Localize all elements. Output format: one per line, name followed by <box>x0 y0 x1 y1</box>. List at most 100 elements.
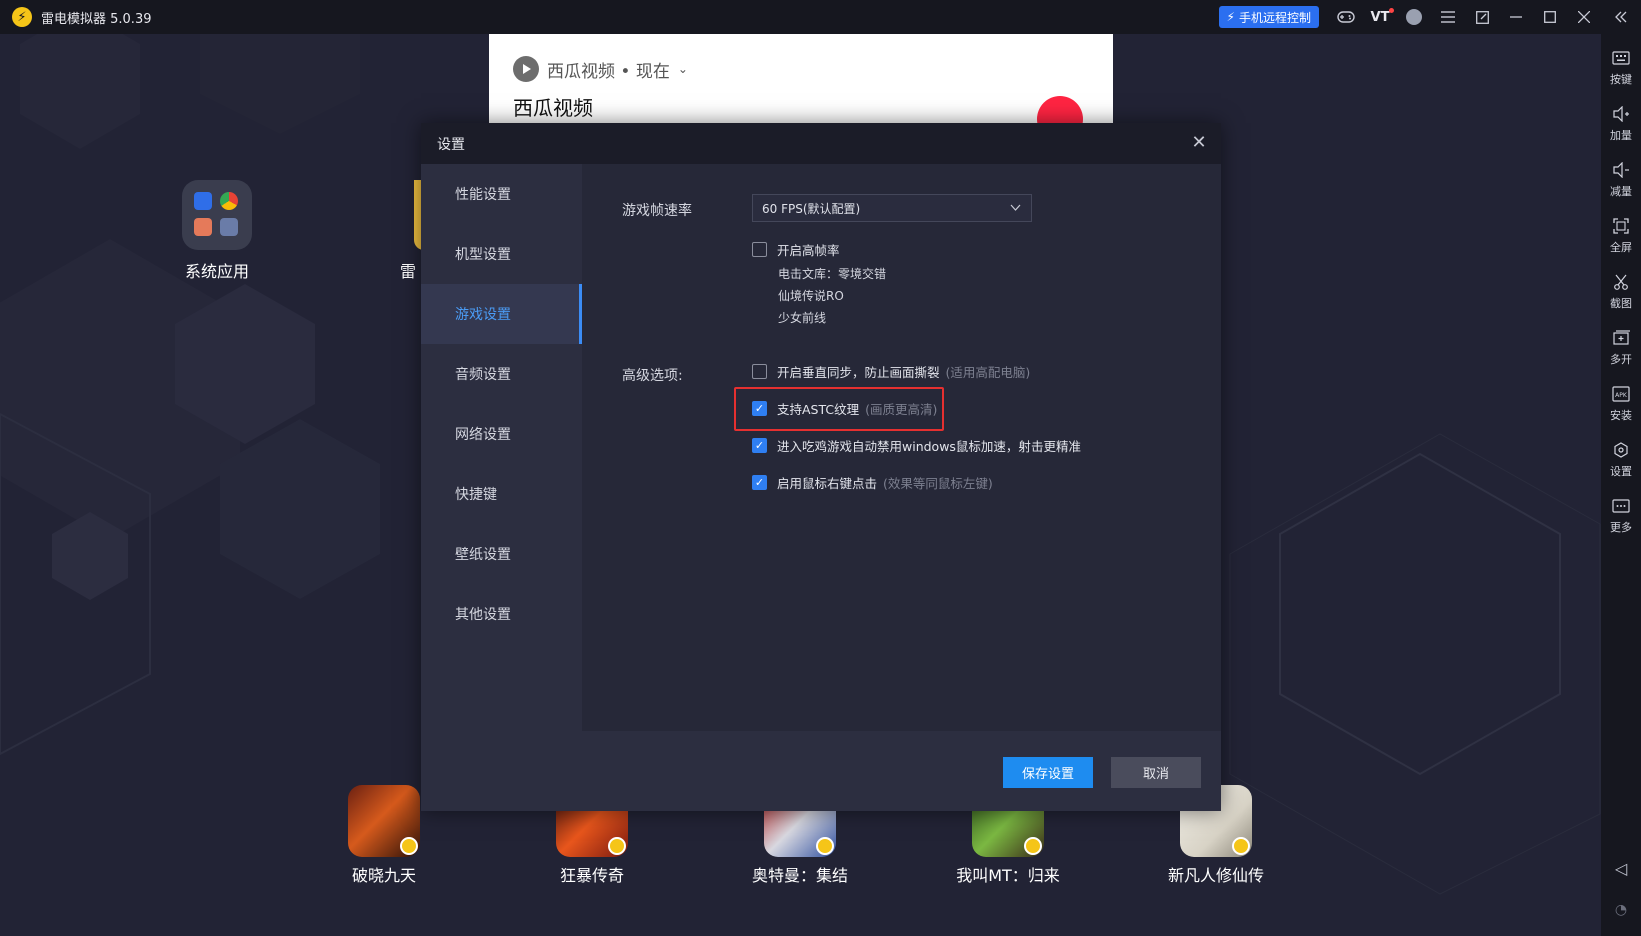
lightning-icon: ⚡ <box>1226 10 1235 24</box>
high-fps-checkbox[interactable] <box>752 242 767 257</box>
nav-item-audio[interactable]: 音频设置 <box>421 344 582 404</box>
chevron-down-icon <box>1010 200 1021 214</box>
title-bar: ⚡ 雷电模拟器 5.0.39 ⚡ 手机远程控制 VT <box>0 0 1641 34</box>
chevron-down-icon: ⌄ <box>677 62 688 76</box>
nav-item-network[interactable]: 网络设置 <box>421 404 582 464</box>
sidebar-item-install[interactable]: APK 安装 <box>1601 376 1641 432</box>
vsync-hint: (适用高配电脑) <box>945 365 1031 380</box>
maximize-icon[interactable] <box>1533 0 1567 34</box>
nav-item-shortcuts[interactable]: 快捷键 <box>421 464 582 524</box>
right-toolbar: 按键 加量 减量 全屏 截图 多开 APK 安装 设置 更多 ◁ ◔ <box>1601 34 1641 936</box>
app-logo-icon: ⚡ <box>12 7 32 27</box>
fps-value: 60 FPS(默认配置) <box>762 201 861 216</box>
contacts-mini-icon <box>220 218 238 236</box>
nav-label: 快捷键 <box>455 487 497 503</box>
sidebar-item-label: 安装 <box>1610 409 1632 422</box>
float-window-icon[interactable] <box>1465 0 1499 34</box>
scissors-icon <box>1611 273 1631 291</box>
fullscreen-icon <box>1611 217 1631 235</box>
sidebar-item-label: 多开 <box>1610 353 1632 366</box>
dialog-header: 设置 ✕ <box>421 123 1221 164</box>
keyboard-icon <box>1611 49 1631 67</box>
advanced-label: 高级选项: <box>622 368 683 384</box>
chrome-mini-icon <box>220 192 238 210</box>
close-window-icon[interactable] <box>1567 0 1601 34</box>
multi-instance-icon <box>1611 329 1631 347</box>
gamepad-icon[interactable] <box>1329 0 1363 34</box>
right-click-option[interactable]: ✓ 启用鼠标右键点击 (效果等同鼠标左键) <box>752 473 993 492</box>
nav-label: 游戏设置 <box>455 307 511 323</box>
collapse-sidebar-icon[interactable] <box>1601 0 1641 34</box>
sidebar-item-label: 设置 <box>1610 465 1632 478</box>
fps-select[interactable]: 60 FPS(默认配置) <box>752 194 1032 222</box>
right-click-hint: (效果等同鼠标左键) <box>883 476 993 491</box>
svg-text:APK: APK <box>1615 392 1628 399</box>
vt-indicator[interactable]: VT <box>1363 0 1397 34</box>
nav-item-performance[interactable]: 性能设置 <box>421 164 582 224</box>
nav-item-other[interactable]: 其他设置 <box>421 584 582 644</box>
signal-icon: ◔ <box>1614 902 1628 918</box>
sidebar-item-label: 更多 <box>1610 521 1632 534</box>
system-apps-folder[interactable] <box>182 180 252 250</box>
account-icon[interactable] <box>1397 0 1431 34</box>
more-icon <box>1611 497 1631 515</box>
game-label-ultraman: 奥特曼：集结 <box>751 866 848 885</box>
fps-label: 游戏帧速率 <box>622 203 692 219</box>
vsync-option[interactable]: 开启垂直同步，防止画面撕裂 (适用高配电脑) <box>752 362 1030 381</box>
nav-item-model[interactable]: 机型设置 <box>421 224 582 284</box>
volume-up-icon <box>1611 105 1631 123</box>
game-icon-poxiao[interactable] <box>348 785 420 857</box>
save-button[interactable]: 保存设置 <box>1003 757 1093 788</box>
sidebar-item-fullscreen[interactable]: 全屏 <box>1601 208 1641 264</box>
minimize-icon[interactable] <box>1499 0 1533 34</box>
high-fps-game: 少女前线 <box>778 311 827 325</box>
notification-title: 西瓜视频 <box>513 96 593 120</box>
sidebar-item-more[interactable]: 更多 <box>1601 488 1641 544</box>
sidebar-item-label: 加量 <box>1610 129 1632 142</box>
sidebar-item-multi[interactable]: 多开 <box>1601 320 1641 376</box>
mouse-accel-checkbox[interactable]: ✓ <box>752 438 767 453</box>
sidebar-item-label: 全屏 <box>1610 241 1632 254</box>
nav-label: 性能设置 <box>455 187 511 203</box>
back-icon[interactable]: ◁ <box>1615 859 1627 878</box>
sidebar-item-label: 按键 <box>1610 73 1632 86</box>
partial-app-label: 雷 <box>399 262 416 281</box>
nav-label: 壁纸设置 <box>455 547 511 563</box>
nav-label: 其他设置 <box>455 607 511 623</box>
game-label-mt: 我叫MT：归来 <box>956 866 1060 885</box>
apk-icon: APK <box>1611 385 1631 403</box>
cancel-button[interactable]: 取消 <box>1111 757 1201 788</box>
nav-label: 机型设置 <box>455 247 511 263</box>
close-icon[interactable]: ✕ <box>1189 133 1209 153</box>
settings-content: 游戏帧速率 60 FPS(默认配置) 开启高帧率 电击文库：零境交错 仙境传说R… <box>582 164 1221 731</box>
sidebar-item-volume-up[interactable]: 加量 <box>1601 96 1641 152</box>
game-label-xiuxian: 新凡人修仙传 <box>1167 866 1264 885</box>
dialog-title: 设置 <box>437 136 465 153</box>
mouse-accel-option[interactable]: ✓ 进入吃鸡游戏自动禁用windows鼠标加速，射击更精准 <box>752 436 1081 455</box>
notification-card[interactable]: 西瓜视频 • 现在 ⌄ 西瓜视频 <box>489 34 1113 142</box>
sidebar-item-keys[interactable]: 按键 <box>1601 40 1641 96</box>
sidebar-item-settings[interactable]: 设置 <box>1601 432 1641 488</box>
remote-control-button[interactable]: ⚡ 手机远程控制 <box>1218 6 1319 28</box>
gear-icon <box>1611 441 1631 459</box>
right-click-checkbox[interactable]: ✓ <box>752 475 767 490</box>
astc-highlight-box <box>734 387 944 431</box>
high-fps-label: 开启高帧率 <box>777 243 840 258</box>
settings-dialog: 设置 ✕ 性能设置 机型设置 游戏设置 音频设置 网络设置 快捷键 壁纸设置 其… <box>421 123 1221 811</box>
high-fps-game: 电击文库：零境交错 <box>778 267 887 281</box>
high-fps-option[interactable]: 开启高帧率 <box>752 240 840 259</box>
sidebar-item-screenshot[interactable]: 截图 <box>1601 264 1641 320</box>
nav-item-wallpaper[interactable]: 壁纸设置 <box>421 524 582 584</box>
vsync-label: 开启垂直同步，防止画面撕裂 <box>777 365 940 380</box>
menu-icon[interactable] <box>1431 0 1465 34</box>
nav-item-game[interactable]: 游戏设置 <box>421 284 582 344</box>
notification-source: 西瓜视频 • 现在 <box>547 61 670 82</box>
sidebar-item-label: 减量 <box>1610 185 1632 198</box>
settings-nav: 性能设置 机型设置 游戏设置 音频设置 网络设置 快捷键 壁纸设置 其他设置 <box>421 164 582 731</box>
vsync-checkbox[interactable] <box>752 364 767 379</box>
sidebar-item-volume-down[interactable]: 减量 <box>1601 152 1641 208</box>
high-fps-game: 仙境传说RO <box>778 289 844 303</box>
dialog-footer <box>421 731 1221 811</box>
right-click-label: 启用鼠标右键点击 <box>777 476 878 491</box>
camera-mini-icon <box>194 218 212 236</box>
